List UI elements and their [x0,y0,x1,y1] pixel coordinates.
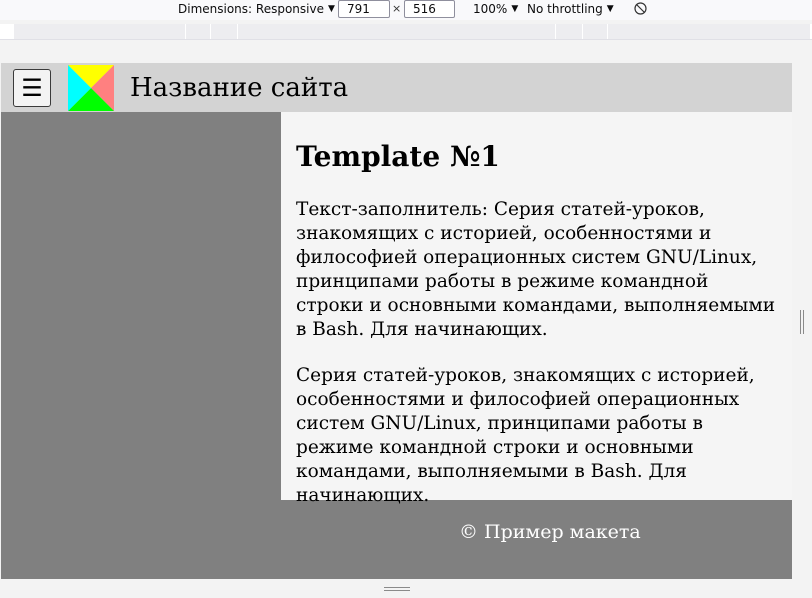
ruler-tick [237,24,238,39]
chevron-down-icon: ▼ [327,4,335,14]
hamburger-menu-button[interactable]: ☰ [13,69,51,107]
bottom-resize-handle[interactable] [384,586,410,592]
hamburger-icon: ☰ [21,74,43,102]
zoom-dropdown[interactable]: 100% ▼ [473,2,518,16]
times-symbol: × [392,2,402,15]
paragraph: Серия статей-уроков, знакомящих с истори… [296,365,755,506]
throttling-label: No throttling [527,2,603,16]
site-header: ☰ Название сайта [1,63,792,112]
ruler-band [14,24,810,39]
width-input[interactable]: 791 [338,0,390,18]
responsive-viewport: ☰ Название сайта Template №1 Текст-запол… [1,63,792,579]
rotate-icon[interactable] [634,2,647,15]
paragraph: Текст-заполнитель: Серия статей-уроков, … [296,199,776,340]
chevron-down-icon: ▼ [606,4,614,14]
chevron-down-icon: ▼ [511,4,519,14]
page-heading: Template №1 [296,140,500,173]
site-title: Название сайта [130,73,349,103]
ruler-tick [607,24,608,39]
dimensions-label: Dimensions: Responsive [178,2,324,16]
ruler-tick [185,24,186,39]
throttling-dropdown[interactable]: No throttling ▼ [527,2,614,16]
side-resize-handle[interactable] [799,310,805,334]
footer-copyright: © Пример макета [459,521,641,543]
height-input[interactable]: 516 [404,0,455,18]
ruler-tick [582,24,583,39]
logo-icon [68,65,114,111]
ruler-tick [555,24,556,39]
ruler-tick [210,24,211,39]
main-content: Template №1 Текст-заполнитель: Серия ста… [281,112,792,506]
site-footer: © Пример макета [1,500,792,579]
media-query-ruler [0,24,812,40]
devtools-toolbar: Dimensions: Responsive ▼ 791 × 516 100% … [0,0,812,20]
zoom-label: 100% [473,2,508,16]
dimensions-dropdown[interactable]: Dimensions: Responsive ▼ [178,2,335,16]
